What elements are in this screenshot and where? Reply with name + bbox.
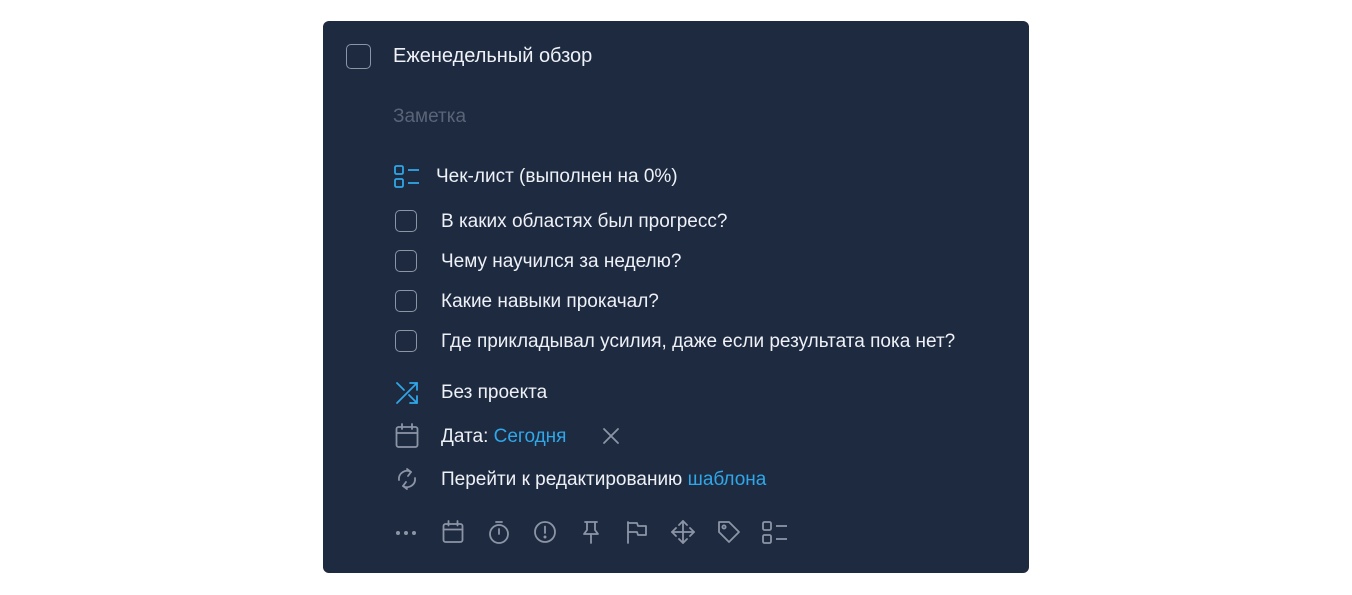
timer-icon[interactable] <box>487 520 511 544</box>
task-title[interactable]: Еженедельный обзор <box>393 44 592 68</box>
checklist-item[interactable]: Чему научился за неделю? <box>441 250 681 274</box>
priority-icon[interactable] <box>533 520 557 544</box>
calendar-icon <box>395 423 419 449</box>
checklist-item-checkbox[interactable] <box>395 250 417 272</box>
template-label: Перейти к редактированию <box>441 469 683 490</box>
date-row: Дата: Сегодня <box>441 425 566 449</box>
checklist-header: Чек-лист (выполнен на 0%) <box>436 166 678 187</box>
task-complete-checkbox[interactable] <box>346 44 371 69</box>
checklist-item-checkbox[interactable] <box>395 330 417 352</box>
note-field[interactable]: Заметка <box>393 105 466 129</box>
tag-icon[interactable] <box>717 520 741 544</box>
repeat-icon <box>395 467 419 491</box>
more-icon[interactable] <box>394 520 418 544</box>
checklist-icon <box>394 165 420 189</box>
task-card: Еженедельный обзор Заметка Чек-лист (вып… <box>323 21 1029 573</box>
checklist-item[interactable]: Какие навыки прокачал? <box>441 290 659 314</box>
checklist-item[interactable]: Где прикладывал усилия, даже если резуль… <box>441 330 955 354</box>
date-value[interactable]: Сегодня <box>494 426 567 447</box>
checklist-item[interactable]: В каких областях был прогресс? <box>441 210 727 234</box>
pin-icon[interactable] <box>580 520 602 544</box>
template-row: Перейти к редактированию шаблона <box>441 468 766 492</box>
project-selector[interactable]: Без проекта <box>441 381 547 405</box>
clear-date-close-icon[interactable] <box>602 427 620 445</box>
task-toolbar <box>394 520 794 544</box>
shuffle-icon <box>395 381 419 405</box>
flag-icon[interactable] <box>625 520 649 544</box>
checklist-item-checkbox[interactable] <box>395 210 417 232</box>
date-label: Дата: <box>441 426 489 447</box>
calendar-icon[interactable] <box>442 520 464 544</box>
move-icon[interactable] <box>671 520 695 544</box>
checklist-icon[interactable] <box>762 521 788 545</box>
template-link[interactable]: шаблона <box>688 469 767 490</box>
checklist-item-checkbox[interactable] <box>395 290 417 312</box>
